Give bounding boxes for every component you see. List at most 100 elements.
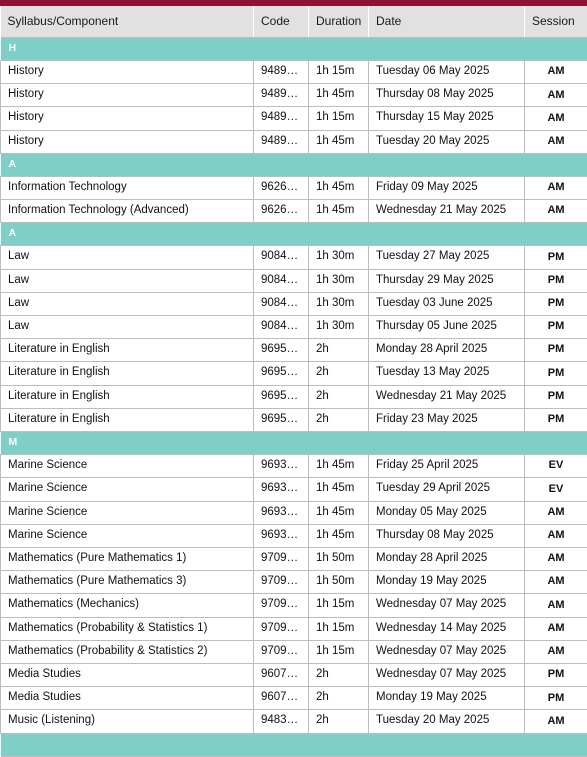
group-header-letter: M: [1, 432, 587, 455]
table-row[interactable]: Law9084/121h 30mTuesday 27 May 2025PM: [1, 246, 587, 269]
cell-syllabus: Law: [1, 292, 254, 315]
table-row[interactable]: Media Studies9607/222hWednesday 07 May 2…: [1, 664, 587, 687]
table-row[interactable]: Literature in English9695/422hFriday 23 …: [1, 408, 587, 431]
cell-code: 9489/43: [254, 130, 309, 153]
cell-code: 9607/22: [254, 664, 309, 687]
exam-timetable-container: Syllabus/Component Code Duration Date Se…: [0, 6, 587, 757]
cell-date: Monday 28 April 2025: [369, 547, 525, 570]
table-row[interactable]: Literature in English9695/222hTuesday 13…: [1, 362, 587, 385]
cell-session: AM: [525, 710, 587, 733]
cell-code: 9693/13: [254, 455, 309, 478]
cell-duration: 2h: [309, 362, 369, 385]
cell-date: Tuesday 20 May 2025: [369, 710, 525, 733]
cell-duration: 1h 15m: [309, 640, 369, 663]
cell-syllabus: History: [1, 107, 254, 130]
cell-syllabus: History: [1, 84, 254, 107]
cell-code: 9695/22: [254, 362, 309, 385]
cell-session: AM: [525, 571, 587, 594]
column-header-duration[interactable]: Duration: [309, 6, 369, 38]
table-row[interactable]: Media Studies9607/422hMonday 19 May 2025…: [1, 687, 587, 710]
table-row[interactable]: Mathematics (Pure Mathematics 1)9709/131…: [1, 547, 587, 570]
group-header-letter: A: [1, 153, 587, 176]
table-body: HHistory9489/131h 15mTuesday 06 May 2025…: [1, 38, 587, 757]
cell-syllabus: Law: [1, 269, 254, 292]
table-row[interactable]: Marine Science9693/231h 45mTuesday 29 Ap…: [1, 478, 587, 501]
table-row[interactable]: History9489/231h 45mThursday 08 May 2025…: [1, 84, 587, 107]
column-header-session[interactable]: Session: [525, 6, 587, 38]
cell-syllabus: Marine Science: [1, 501, 254, 524]
cell-code: 9489/13: [254, 61, 309, 84]
cell-syllabus: Information Technology (Advanced): [1, 200, 254, 223]
table-row[interactable]: History9489/131h 15mTuesday 06 May 2025A…: [1, 61, 587, 84]
table-row[interactable]: Music (Listening)9483/132hTuesday 20 May…: [1, 710, 587, 733]
cell-session: AM: [525, 176, 587, 199]
cell-session: PM: [525, 664, 587, 687]
cell-date: Thursday 08 May 2025: [369, 84, 525, 107]
cell-syllabus: Literature in English: [1, 362, 254, 385]
cell-code: 9693/23: [254, 478, 309, 501]
cell-code: 9695/12: [254, 339, 309, 362]
table-row[interactable]: Marine Science9693/131h 45mFriday 25 Apr…: [1, 455, 587, 478]
table-row[interactable]: Literature in English9695/122hMonday 28 …: [1, 339, 587, 362]
cell-duration: 1h 15m: [309, 594, 369, 617]
cell-session: PM: [525, 687, 587, 710]
cell-syllabus: Mathematics (Pure Mathematics 3): [1, 571, 254, 594]
table-header: Syllabus/Component Code Duration Date Se…: [1, 6, 587, 38]
cell-duration: 1h 45m: [309, 455, 369, 478]
table-row[interactable]: Law9084/421h 30mThursday 05 June 2025PM: [1, 315, 587, 338]
cell-date: Thursday 08 May 2025: [369, 524, 525, 547]
table-row[interactable]: Information Technology9626/131h 45mFrida…: [1, 176, 587, 199]
table-row[interactable]: Literature in English9695/322hWednesday …: [1, 385, 587, 408]
cell-code: 9693/33: [254, 501, 309, 524]
table-row[interactable]: Information Technology (Advanced)9626/33…: [1, 200, 587, 223]
table-row[interactable]: History9489/331h 15mThursday 15 May 2025…: [1, 107, 587, 130]
cell-duration: 2h: [309, 710, 369, 733]
cell-code: 9084/42: [254, 315, 309, 338]
group-header-row: [1, 733, 587, 756]
column-header-syllabus[interactable]: Syllabus/Component: [1, 6, 254, 38]
cell-session: PM: [525, 246, 587, 269]
cell-code: 9084/32: [254, 292, 309, 315]
cell-duration: 1h 45m: [309, 130, 369, 153]
cell-date: Thursday 29 May 2025: [369, 269, 525, 292]
cell-syllabus: Marine Science: [1, 524, 254, 547]
cell-duration: 1h 15m: [309, 617, 369, 640]
table-row[interactable]: History9489/431h 45mTuesday 20 May 2025A…: [1, 130, 587, 153]
cell-duration: 1h 30m: [309, 292, 369, 315]
cell-date: Wednesday 07 May 2025: [369, 594, 525, 617]
table-row[interactable]: Mathematics (Pure Mathematics 3)9709/331…: [1, 571, 587, 594]
cell-code: 9709/53: [254, 617, 309, 640]
column-header-date[interactable]: Date: [369, 6, 525, 38]
table-row[interactable]: Marine Science9693/331h 45mMonday 05 May…: [1, 501, 587, 524]
cell-session: AM: [525, 130, 587, 153]
cell-duration: 2h: [309, 385, 369, 408]
cell-syllabus: Literature in English: [1, 408, 254, 431]
column-header-code[interactable]: Code: [254, 6, 309, 38]
group-header-row: M: [1, 432, 587, 455]
cell-syllabus: History: [1, 130, 254, 153]
table-row[interactable]: Mathematics (Mechanics)9709/431h 15mWedn…: [1, 594, 587, 617]
cell-duration: 1h 30m: [309, 315, 369, 338]
cell-code: 9695/32: [254, 385, 309, 408]
cell-date: Tuesday 27 May 2025: [369, 246, 525, 269]
cell-syllabus: Mathematics (Probability & Statistics 2): [1, 640, 254, 663]
table-row[interactable]: Law9084/321h 30mTuesday 03 June 2025PM: [1, 292, 587, 315]
cell-duration: 1h 15m: [309, 107, 369, 130]
cell-duration: 1h 45m: [309, 478, 369, 501]
cell-date: Tuesday 03 June 2025: [369, 292, 525, 315]
group-header-letter: [1, 733, 587, 756]
table-row[interactable]: Mathematics (Probability & Statistics 2)…: [1, 640, 587, 663]
cell-date: Wednesday 14 May 2025: [369, 617, 525, 640]
cell-date: Wednesday 07 May 2025: [369, 640, 525, 663]
table-row[interactable]: Mathematics (Probability & Statistics 1)…: [1, 617, 587, 640]
cell-syllabus: Mathematics (Pure Mathematics 1): [1, 547, 254, 570]
table-row[interactable]: Law9084/221h 30mThursday 29 May 2025PM: [1, 269, 587, 292]
cell-date: Tuesday 13 May 2025: [369, 362, 525, 385]
cell-syllabus: Literature in English: [1, 385, 254, 408]
cell-session: EV: [525, 478, 587, 501]
cell-duration: 1h 45m: [309, 524, 369, 547]
cell-session: AM: [525, 547, 587, 570]
cell-syllabus: Music (Listening): [1, 710, 254, 733]
table-row[interactable]: Marine Science9693/431h 45mThursday 08 M…: [1, 524, 587, 547]
cell-date: Thursday 05 June 2025: [369, 315, 525, 338]
